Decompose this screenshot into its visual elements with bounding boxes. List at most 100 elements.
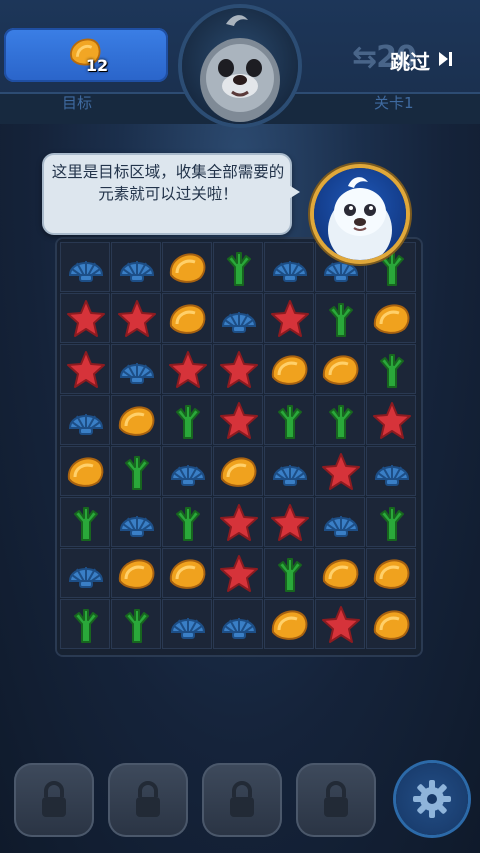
board-cell[interactable] bbox=[315, 497, 365, 547]
starfish-piece[interactable] bbox=[269, 298, 311, 340]
coral-piece[interactable] bbox=[167, 502, 209, 544]
conch-piece[interactable] bbox=[167, 247, 209, 289]
board-cell[interactable] bbox=[162, 242, 212, 292]
conch-piece[interactable] bbox=[116, 553, 158, 595]
board-cell[interactable] bbox=[162, 497, 212, 547]
board-cell[interactable] bbox=[111, 497, 161, 547]
starfish-piece[interactable] bbox=[269, 502, 311, 544]
board-cell[interactable] bbox=[366, 446, 416, 496]
skip-arrow-icon[interactable] bbox=[438, 51, 452, 67]
coral-piece[interactable] bbox=[320, 298, 362, 340]
coral-piece[interactable] bbox=[167, 400, 209, 442]
board-cell[interactable] bbox=[264, 242, 314, 292]
conch-piece[interactable] bbox=[116, 400, 158, 442]
coral-piece[interactable] bbox=[371, 349, 413, 391]
shell-piece[interactable] bbox=[269, 451, 311, 493]
coral-piece[interactable] bbox=[116, 604, 158, 646]
coral-piece[interactable] bbox=[65, 604, 107, 646]
board-cell[interactable] bbox=[162, 293, 212, 343]
board-cell[interactable] bbox=[264, 293, 314, 343]
board-cell[interactable] bbox=[264, 548, 314, 598]
starfish-piece[interactable] bbox=[320, 604, 362, 646]
conch-piece[interactable] bbox=[269, 349, 311, 391]
locked-booster-3[interactable] bbox=[202, 763, 282, 837]
conch-piece[interactable] bbox=[269, 604, 311, 646]
board-cell[interactable] bbox=[162, 395, 212, 445]
board-cell[interactable] bbox=[213, 344, 263, 394]
tutorial-bubble[interactable]: 这里是目标区域，收集全部需要的元素就可以过关啦！ bbox=[42, 153, 292, 235]
shell-piece[interactable] bbox=[167, 604, 209, 646]
board-cell[interactable] bbox=[315, 344, 365, 394]
board-cell[interactable] bbox=[60, 599, 110, 649]
coral-piece[interactable] bbox=[116, 451, 158, 493]
starfish-piece[interactable] bbox=[218, 502, 260, 544]
board-cell[interactable] bbox=[315, 446, 365, 496]
conch-piece[interactable] bbox=[167, 553, 209, 595]
board-cell[interactable] bbox=[162, 599, 212, 649]
board-cell[interactable] bbox=[366, 497, 416, 547]
board-cell[interactable] bbox=[315, 548, 365, 598]
starfish-piece[interactable] bbox=[320, 451, 362, 493]
board-cell[interactable] bbox=[213, 446, 263, 496]
shell-piece[interactable] bbox=[116, 349, 158, 391]
locked-booster-1[interactable] bbox=[14, 763, 94, 837]
shell-piece[interactable] bbox=[65, 247, 107, 289]
board-cell[interactable] bbox=[111, 344, 161, 394]
coral-piece[interactable] bbox=[371, 502, 413, 544]
board-cell[interactable] bbox=[315, 599, 365, 649]
board-cell[interactable] bbox=[60, 395, 110, 445]
board-cell[interactable] bbox=[315, 293, 365, 343]
starfish-piece[interactable] bbox=[65, 349, 107, 391]
board-cell[interactable] bbox=[60, 497, 110, 547]
board-cell[interactable] bbox=[366, 293, 416, 343]
board-cell[interactable] bbox=[111, 293, 161, 343]
conch-piece[interactable] bbox=[371, 604, 413, 646]
board-cell[interactable] bbox=[111, 242, 161, 292]
shell-piece[interactable] bbox=[371, 451, 413, 493]
board-cell[interactable] bbox=[366, 395, 416, 445]
starfish-piece[interactable] bbox=[218, 349, 260, 391]
board-cell[interactable] bbox=[162, 548, 212, 598]
starfish-piece[interactable] bbox=[116, 298, 158, 340]
shell-piece[interactable] bbox=[269, 247, 311, 289]
settings-button[interactable] bbox=[396, 763, 468, 835]
board-cell[interactable] bbox=[213, 599, 263, 649]
board-cell[interactable] bbox=[366, 548, 416, 598]
conch-piece[interactable] bbox=[371, 553, 413, 595]
coral-piece[interactable] bbox=[320, 400, 362, 442]
board-cell[interactable] bbox=[111, 548, 161, 598]
conch-piece[interactable] bbox=[371, 298, 413, 340]
conch-piece[interactable] bbox=[320, 553, 362, 595]
board-cell[interactable] bbox=[264, 344, 314, 394]
board-cell[interactable] bbox=[60, 548, 110, 598]
conch-piece[interactable] bbox=[218, 451, 260, 493]
starfish-piece[interactable] bbox=[218, 553, 260, 595]
board-cell[interactable] bbox=[264, 446, 314, 496]
shell-piece[interactable] bbox=[218, 604, 260, 646]
shell-piece[interactable] bbox=[116, 247, 158, 289]
shell-piece[interactable] bbox=[320, 502, 362, 544]
board-cell[interactable] bbox=[264, 497, 314, 547]
shell-piece[interactable] bbox=[218, 298, 260, 340]
starfish-piece[interactable] bbox=[167, 349, 209, 391]
board-cell[interactable] bbox=[213, 242, 263, 292]
board-cell[interactable] bbox=[213, 497, 263, 547]
board-cell[interactable] bbox=[111, 446, 161, 496]
board-cell[interactable] bbox=[213, 548, 263, 598]
board-cell[interactable] bbox=[60, 242, 110, 292]
coral-piece[interactable] bbox=[65, 502, 107, 544]
board-cell[interactable] bbox=[315, 395, 365, 445]
conch-piece[interactable] bbox=[65, 451, 107, 493]
locked-booster-4[interactable] bbox=[296, 763, 376, 837]
board-cell[interactable] bbox=[60, 293, 110, 343]
starfish-piece[interactable] bbox=[65, 298, 107, 340]
locked-booster-2[interactable] bbox=[108, 763, 188, 837]
shell-piece[interactable] bbox=[65, 553, 107, 595]
coral-piece[interactable] bbox=[269, 400, 311, 442]
starfish-piece[interactable] bbox=[371, 400, 413, 442]
board-cell[interactable] bbox=[111, 599, 161, 649]
conch-piece[interactable] bbox=[167, 298, 209, 340]
board-cell[interactable] bbox=[213, 395, 263, 445]
board-cell[interactable] bbox=[60, 344, 110, 394]
board-cell[interactable] bbox=[366, 599, 416, 649]
